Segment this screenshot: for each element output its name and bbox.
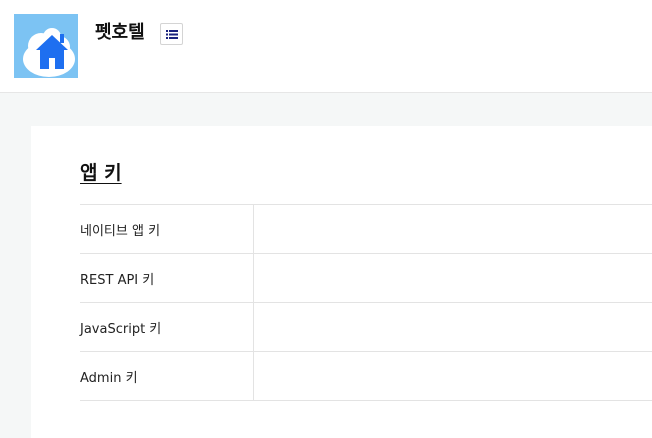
table-row: JavaScript 키 xyxy=(80,303,652,352)
table-row: Admin 키 xyxy=(80,352,652,401)
house-icon xyxy=(14,14,78,78)
section-title: 앱 키 xyxy=(80,162,122,184)
table-row: REST API 키 xyxy=(80,254,652,303)
rest-api-key-value xyxy=(254,254,652,302)
app-header: 펫호텔 xyxy=(0,0,652,93)
app-keys-table: 네이티브 앱 키 REST API 키 JavaScript 키 Admin 키 xyxy=(80,204,652,401)
menu-button[interactable] xyxy=(160,23,183,45)
javascript-key-value xyxy=(254,303,652,351)
javascript-key-label: JavaScript 키 xyxy=(80,303,254,351)
admin-key-label: Admin 키 xyxy=(80,352,254,400)
app-name: 펫호텔 xyxy=(95,22,145,43)
rest-api-key-label: REST API 키 xyxy=(80,254,254,302)
list-icon xyxy=(166,30,178,39)
native-app-key-label: 네이티브 앱 키 xyxy=(80,205,254,253)
table-row: 네이티브 앱 키 xyxy=(80,205,652,254)
app-keys-panel: 앱 키 네이티브 앱 키 REST API 키 JavaScript 키 Adm… xyxy=(31,126,652,438)
native-app-key-value xyxy=(254,205,652,253)
admin-key-value xyxy=(254,352,652,400)
